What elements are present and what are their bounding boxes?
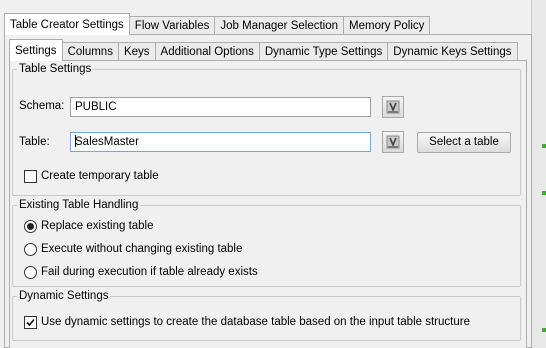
- radio-replace-existing[interactable]: [24, 220, 37, 233]
- table-input[interactable]: SalesMaster: [70, 132, 371, 152]
- select-table-button[interactable]: Select a table: [417, 132, 511, 153]
- temp-table-checkbox[interactable]: [24, 170, 37, 183]
- table-value: SalesMaster: [75, 136, 139, 148]
- tab-settings[interactable]: Settings: [9, 39, 63, 61]
- side-strip: [531, 0, 546, 348]
- tab-columns[interactable]: Columns: [61, 42, 119, 61]
- outer-tab-bar: Table Creator Settings Flow Variables Jo…: [4, 13, 431, 35]
- radio-fail-if-exists-label: Fail during execution if table already e…: [41, 266, 258, 278]
- flow-variable-icon: [386, 135, 400, 149]
- tab-additional-options[interactable]: Additional Options: [154, 42, 260, 61]
- existing-table-handling-title: Existing Table Handling: [19, 199, 139, 211]
- tab-job-manager-selection[interactable]: Job Manager Selection: [214, 16, 345, 35]
- checkmark-icon: [26, 318, 35, 327]
- radio-replace-existing-label: Replace existing table: [41, 220, 154, 232]
- table-settings-title: Table Settings: [19, 63, 92, 75]
- tab-dynamic-type-settings[interactable]: Dynamic Type Settings: [258, 42, 389, 61]
- radio-execute-without-changing-label: Execute without changing existing table: [41, 243, 243, 255]
- radio-fail-if-exists[interactable]: [24, 266, 37, 279]
- status-marker: [542, 191, 546, 195]
- status-marker: [542, 328, 546, 332]
- schema-flow-variable-button[interactable]: [382, 96, 404, 118]
- inner-tab-bar: Settings Columns Keys Additional Options…: [9, 39, 518, 61]
- status-marker: [542, 144, 546, 148]
- table-flow-variable-button[interactable]: [382, 131, 404, 153]
- tab-table-creator-settings[interactable]: Table Creator Settings: [4, 13, 130, 35]
- schema-input[interactable]: PUBLIC: [70, 97, 371, 117]
- dynamic-settings-label: Use dynamic settings to create the datab…: [41, 316, 470, 328]
- radio-execute-without-changing[interactable]: [24, 243, 37, 256]
- tab-memory-policy[interactable]: Memory Policy: [343, 16, 431, 35]
- temp-table-label: Create temporary table: [41, 170, 159, 182]
- dynamic-settings-title: Dynamic Settings: [19, 290, 109, 302]
- table-label: Table:: [19, 136, 50, 148]
- tab-flow-variables[interactable]: Flow Variables: [128, 16, 216, 35]
- tab-keys[interactable]: Keys: [117, 42, 156, 61]
- schema-label: Schema:: [19, 100, 65, 112]
- schema-value: PUBLIC: [75, 101, 117, 113]
- tab-dynamic-keys-settings[interactable]: Dynamic Keys Settings: [387, 42, 518, 61]
- dynamic-settings-checkbox[interactable]: [24, 316, 37, 329]
- flow-variable-icon: [386, 100, 400, 114]
